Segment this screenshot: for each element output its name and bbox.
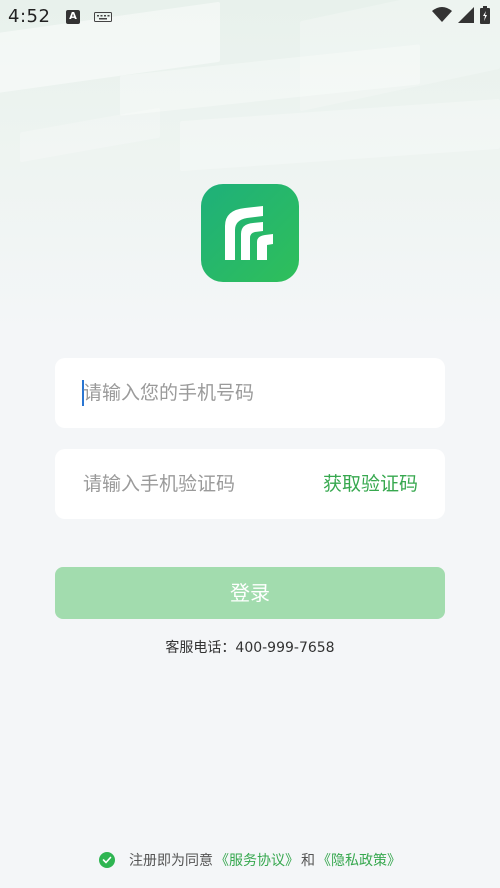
code-field[interactable]: 获取验证码: [55, 449, 445, 519]
signal-icon: [458, 7, 474, 23]
background-decoration: [180, 98, 500, 172]
keyboard-icon: [94, 12, 112, 22]
phone-input[interactable]: [83, 358, 413, 428]
agreement-conjunction: 和: [301, 853, 315, 869]
status-time: 4:52: [8, 6, 51, 27]
background: [0, 0, 500, 888]
check-icon[interactable]: [99, 852, 115, 868]
battery-icon: [480, 6, 490, 24]
app-logo-icon: [201, 184, 299, 282]
customer-service-hotline: 客服电话：400-999-7658: [165, 640, 335, 656]
status-bar: 4:52 A: [0, 0, 500, 34]
wifi-icon: [432, 7, 452, 22]
app-logo-mark: [225, 206, 273, 260]
get-code-button[interactable]: 获取验证码: [323, 449, 418, 519]
accessibility-icon: A: [66, 10, 80, 24]
agreement-row: 注册即为同意 《服务协议》 和 《隐私政策》: [0, 850, 500, 870]
login-button[interactable]: 登录: [55, 567, 445, 619]
agreement-prefix: 注册即为同意: [129, 853, 213, 869]
service-agreement-link[interactable]: 《服务协议》: [215, 850, 299, 870]
privacy-policy-link[interactable]: 《隐私政策》: [317, 850, 401, 870]
status-icons: [432, 6, 490, 24]
background-decoration: [20, 107, 160, 163]
phone-field[interactable]: [55, 358, 445, 428]
verification-code-input[interactable]: [83, 449, 313, 519]
